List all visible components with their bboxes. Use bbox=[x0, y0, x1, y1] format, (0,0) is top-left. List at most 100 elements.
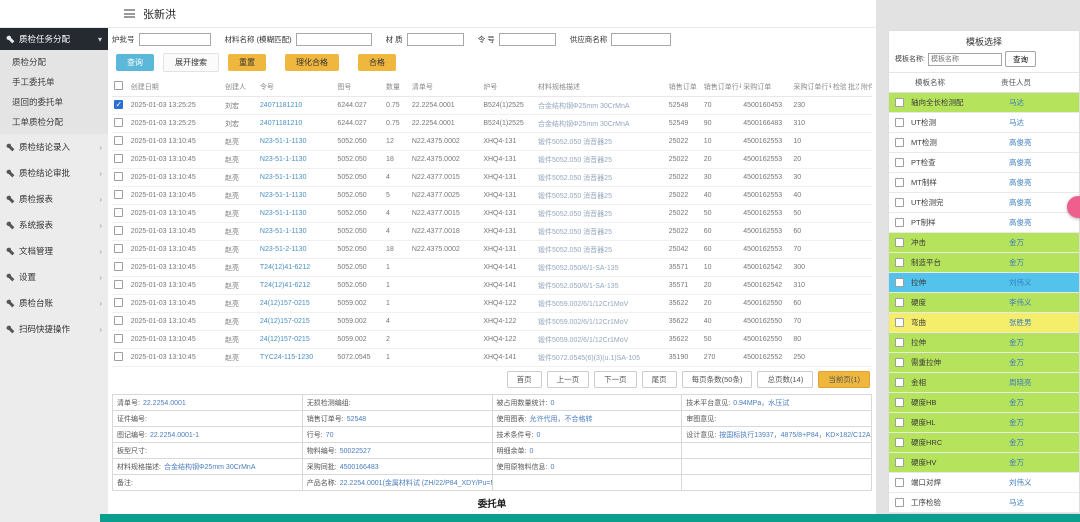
order-link[interactable]: T24(12)41-6212 bbox=[260, 264, 310, 271]
template-search-button[interactable]: 查询 bbox=[1005, 51, 1036, 67]
row-checkbox[interactable] bbox=[114, 118, 123, 127]
template-row[interactable]: 需重拉伸金万 bbox=[889, 353, 1079, 373]
filter-input[interactable] bbox=[499, 33, 556, 46]
order-link[interactable]: N23-51-1-1130 bbox=[260, 192, 307, 199]
row-checkbox[interactable] bbox=[114, 154, 123, 163]
pagination-button[interactable]: 上一页 bbox=[547, 371, 590, 388]
row-checkbox[interactable] bbox=[114, 316, 123, 325]
sidebar-group[interactable]: 设置› bbox=[0, 264, 108, 290]
sidebar-group[interactable]: 质检结论录入› bbox=[0, 134, 108, 160]
sidebar-group-active[interactable]: 质检任务分配 ▾ bbox=[0, 28, 108, 50]
sidebar-group[interactable]: 质检结论审批› bbox=[0, 160, 108, 186]
responsible-person-link[interactable]: 张胜男 bbox=[1009, 317, 1079, 328]
template-checkbox[interactable] bbox=[895, 398, 904, 407]
responsible-person-link[interactable]: 刘伟义 bbox=[1009, 277, 1079, 288]
toolbar-button[interactable]: 重置 bbox=[228, 54, 266, 71]
template-row[interactable]: PT制样高俊亮 bbox=[889, 213, 1079, 233]
responsible-person-link[interactable]: 高俊亮 bbox=[1009, 157, 1079, 168]
responsible-person-link[interactable]: 周晓亮 bbox=[1009, 377, 1079, 388]
template-row[interactable]: 端口对焊刘伟义 bbox=[889, 473, 1079, 493]
template-checkbox[interactable] bbox=[895, 178, 904, 187]
filter-input[interactable] bbox=[611, 33, 671, 46]
responsible-person-link[interactable]: 金万 bbox=[1009, 437, 1079, 448]
sidebar-group[interactable]: 质检台账› bbox=[0, 290, 108, 316]
responsible-person-link[interactable]: 李伟义 bbox=[1009, 297, 1079, 308]
template-row[interactable]: 弯曲张胜男 bbox=[889, 313, 1079, 333]
template-row[interactable]: 硬度李伟义 bbox=[889, 293, 1079, 313]
template-checkbox[interactable] bbox=[895, 458, 904, 467]
template-row[interactable]: UT检测完高俊亮 bbox=[889, 193, 1079, 213]
order-link[interactable]: 24(12)157-0215 bbox=[260, 336, 310, 343]
select-all-checkbox[interactable] bbox=[114, 81, 123, 90]
template-search-input[interactable] bbox=[928, 53, 1002, 66]
responsible-person-link[interactable]: 金万 bbox=[1009, 337, 1079, 348]
row-checkbox[interactable] bbox=[114, 190, 123, 199]
toolbar-button[interactable]: 展开搜索 bbox=[163, 53, 219, 72]
template-checkbox[interactable] bbox=[895, 158, 904, 167]
order-link[interactable]: N23-51-1-1130 bbox=[260, 210, 307, 217]
template-checkbox[interactable] bbox=[895, 358, 904, 367]
pagination-button[interactable]: 每页条数(50条) bbox=[682, 371, 753, 388]
template-row[interactable]: UT检测马达 bbox=[889, 113, 1079, 133]
row-checkbox[interactable] bbox=[114, 172, 123, 181]
order-link[interactable]: 24071181210 bbox=[260, 120, 302, 127]
pagination-button[interactable]: 首页 bbox=[507, 371, 542, 388]
order-link[interactable]: T24(12)41-6212 bbox=[260, 282, 310, 289]
responsible-person-link[interactable]: 金万 bbox=[1009, 357, 1079, 368]
template-row[interactable]: 制造平台金万 bbox=[889, 253, 1079, 273]
order-link[interactable]: N23-51-1-1130 bbox=[260, 228, 307, 235]
pagination-button[interactable]: 当前页(1) bbox=[818, 371, 870, 388]
template-row[interactable]: 硬度HL金万 bbox=[889, 413, 1079, 433]
row-checkbox[interactable] bbox=[114, 100, 123, 109]
template-row[interactable]: MT检测高俊亮 bbox=[889, 133, 1079, 153]
template-row[interactable]: 冲击金万 bbox=[889, 233, 1079, 253]
toolbar-button[interactable]: 合格 bbox=[358, 54, 396, 71]
template-checkbox[interactable] bbox=[895, 438, 904, 447]
template-checkbox[interactable] bbox=[895, 298, 904, 307]
template-row[interactable]: 金相周晓亮 bbox=[889, 373, 1079, 393]
template-row[interactable]: 硬度HV金万 bbox=[889, 453, 1079, 473]
responsible-person-link[interactable]: 金万 bbox=[1009, 237, 1079, 248]
row-checkbox[interactable] bbox=[114, 280, 123, 289]
template-checkbox[interactable] bbox=[895, 238, 904, 247]
row-checkbox[interactable] bbox=[114, 334, 123, 343]
order-link[interactable]: N23-51-2-1130 bbox=[260, 246, 307, 253]
template-row[interactable]: 硬度HB金万 bbox=[889, 393, 1079, 413]
template-checkbox[interactable] bbox=[895, 338, 904, 347]
template-checkbox[interactable] bbox=[895, 478, 904, 487]
order-link[interactable]: N23-51-1-1130 bbox=[260, 138, 307, 145]
responsible-person-link[interactable]: 高俊亮 bbox=[1009, 137, 1079, 148]
responsible-person-link[interactable]: 金万 bbox=[1009, 457, 1079, 468]
menu-toggle-icon[interactable] bbox=[124, 9, 135, 18]
template-row[interactable]: 轴向全长检测配马达 bbox=[889, 93, 1079, 113]
responsible-person-link[interactable]: 高俊亮 bbox=[1009, 177, 1079, 188]
template-checkbox[interactable] bbox=[895, 378, 904, 387]
order-link[interactable]: 24071181210 bbox=[260, 102, 302, 109]
row-checkbox[interactable] bbox=[114, 208, 123, 217]
pagination-button[interactable]: 总页数(14) bbox=[757, 371, 813, 388]
template-row[interactable]: PT检查高俊亮 bbox=[889, 153, 1079, 173]
template-checkbox[interactable] bbox=[895, 218, 904, 227]
template-checkbox[interactable] bbox=[895, 138, 904, 147]
template-row[interactable]: MT制样高俊亮 bbox=[889, 173, 1079, 193]
template-row[interactable]: 拉伸刘伟义 bbox=[889, 273, 1079, 293]
filter-input[interactable] bbox=[139, 33, 211, 46]
row-checkbox[interactable] bbox=[114, 244, 123, 253]
responsible-person-link[interactable]: 高俊亮 bbox=[1009, 217, 1079, 228]
pagination-button[interactable]: 下一页 bbox=[594, 371, 637, 388]
order-link[interactable]: 24(12)157-0215 bbox=[260, 300, 310, 307]
sidebar-item[interactable]: 手工委托单 bbox=[0, 72, 108, 92]
toolbar-button[interactable]: 查询 bbox=[116, 54, 154, 71]
template-checkbox[interactable] bbox=[895, 318, 904, 327]
responsible-person-link[interactable]: 金万 bbox=[1009, 257, 1079, 268]
responsible-person-link[interactable]: 马达 bbox=[1009, 117, 1079, 128]
order-link[interactable]: 24(12)157-0215 bbox=[260, 318, 310, 325]
template-checkbox[interactable] bbox=[895, 278, 904, 287]
sidebar-group[interactable]: 系统报表› bbox=[0, 212, 108, 238]
template-checkbox[interactable] bbox=[895, 258, 904, 267]
row-checkbox[interactable] bbox=[114, 136, 123, 145]
order-link[interactable]: N23-51-1-1130 bbox=[260, 156, 307, 163]
responsible-person-link[interactable]: 马达 bbox=[1009, 97, 1079, 108]
sidebar-group[interactable]: 扫码快捷操作› bbox=[0, 316, 108, 342]
sidebar-group[interactable]: 文档管理› bbox=[0, 238, 108, 264]
